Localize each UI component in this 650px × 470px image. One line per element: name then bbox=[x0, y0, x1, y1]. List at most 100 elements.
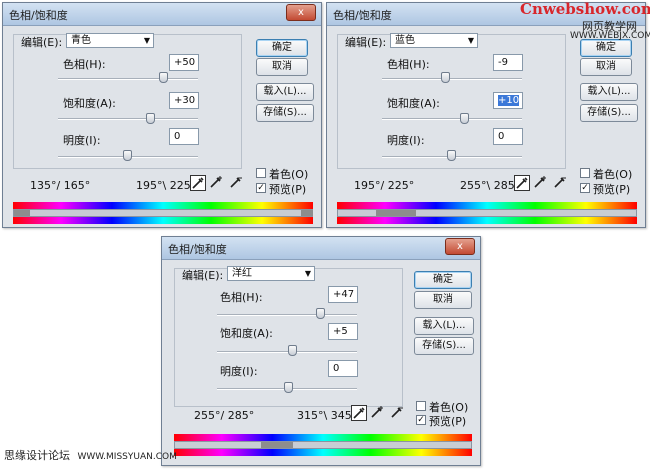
edit-label: 编辑(E): bbox=[182, 269, 224, 282]
color-range-selection[interactable] bbox=[301, 210, 313, 216]
saturation-input[interactable]: +10 bbox=[493, 92, 523, 109]
colorize-label: 着色(O) bbox=[269, 168, 309, 181]
load-button[interactable]: 载入(L)... bbox=[580, 83, 638, 101]
color-range-selection[interactable] bbox=[376, 210, 416, 216]
lightness-input[interactable]: 0 bbox=[493, 128, 523, 145]
edit-channel-select[interactable]: 青色 ▼ bbox=[66, 33, 154, 48]
colorize-checkbox[interactable] bbox=[416, 401, 426, 411]
color-range-slider[interactable] bbox=[337, 209, 637, 217]
cancel-button[interactable]: 取消 bbox=[580, 58, 632, 76]
preview-checkbox[interactable]: ✓ bbox=[256, 183, 266, 193]
chevron-down-icon: ▼ bbox=[143, 36, 150, 45]
color-range-selection[interactable] bbox=[261, 442, 293, 448]
colorize-checkbox[interactable] bbox=[256, 168, 266, 178]
range-right-label: 315°\ 345° bbox=[297, 409, 358, 422]
output-color-bar bbox=[174, 449, 472, 456]
hue-input[interactable]: +47 bbox=[328, 286, 358, 303]
cancel-button[interactable]: 取消 bbox=[414, 291, 472, 309]
color-range-slider[interactable] bbox=[174, 441, 472, 449]
hue-label: 色相(H): bbox=[220, 291, 263, 304]
save-button[interactable]: 存储(S)... bbox=[414, 337, 474, 355]
chevron-down-icon: ▼ bbox=[304, 269, 311, 278]
ok-button[interactable]: 确定 bbox=[256, 39, 308, 57]
preview-checkbox[interactable]: ✓ bbox=[580, 183, 590, 193]
lightness-slider-thumb[interactable] bbox=[123, 150, 132, 161]
hue-saturation-dialog-magenta: 色相/饱和度 x 编辑(E): 洋红 ▼ 色相(H): +47 饱和度(A): +… bbox=[161, 236, 481, 466]
edit-channel-select[interactable]: 洋红 ▼ bbox=[227, 266, 315, 281]
lightness-label: 明度(I): bbox=[220, 365, 258, 378]
input-color-bar bbox=[174, 434, 472, 441]
hue-input[interactable]: -9 bbox=[493, 54, 523, 71]
preview-label: 预览(P) bbox=[269, 183, 307, 196]
close-icon[interactable]: x bbox=[445, 238, 475, 255]
dialog-title: 色相/饱和度 bbox=[333, 9, 392, 22]
hue-slider-track[interactable] bbox=[382, 78, 522, 80]
ok-button[interactable]: 确定 bbox=[414, 271, 472, 289]
colorize-label: 着色(O) bbox=[593, 168, 633, 181]
eyedropper-plus-icon[interactable] bbox=[533, 175, 549, 191]
saturation-slider-track[interactable] bbox=[58, 118, 198, 120]
close-icon[interactable]: x bbox=[286, 4, 316, 21]
lightness-label: 明度(I): bbox=[387, 134, 425, 147]
saturation-label: 饱和度(A): bbox=[220, 327, 273, 340]
range-left-label: 255°/ 285° bbox=[194, 409, 255, 422]
range-left-label: 135°/ 165° bbox=[30, 179, 91, 192]
saturation-slider-thumb[interactable] bbox=[460, 113, 469, 124]
eyedropper-icon[interactable] bbox=[190, 175, 206, 191]
preview-label: 预览(P) bbox=[429, 415, 467, 428]
output-color-bar bbox=[13, 217, 313, 224]
settings-group bbox=[13, 34, 242, 169]
watermark-logo-bottom: 思缘设计论坛 WWW.MISSYUAN.COM bbox=[4, 449, 177, 462]
eyedropper-plus-icon[interactable] bbox=[370, 405, 386, 421]
lightness-slider-thumb[interactable] bbox=[284, 382, 293, 393]
preview-label: 预览(P) bbox=[593, 183, 631, 196]
lightness-input[interactable]: 0 bbox=[328, 360, 358, 377]
hue-slider-thumb[interactable] bbox=[159, 72, 168, 83]
chevron-down-icon: ▼ bbox=[467, 36, 474, 45]
hue-input[interactable]: +50 bbox=[169, 54, 199, 71]
saturation-slider-track[interactable] bbox=[217, 351, 357, 353]
load-button[interactable]: 载入(L)... bbox=[414, 317, 474, 335]
save-button[interactable]: 存储(S)... bbox=[580, 104, 638, 122]
edit-channel-select[interactable]: 蓝色 ▼ bbox=[390, 33, 478, 48]
edit-label: 编辑(E): bbox=[21, 36, 63, 49]
dialog-title: 色相/饱和度 bbox=[9, 9, 68, 22]
hue-slider-track[interactable] bbox=[217, 314, 357, 316]
lightness-slider-thumb[interactable] bbox=[447, 150, 456, 161]
edit-label: 编辑(E): bbox=[345, 36, 387, 49]
input-color-bar bbox=[13, 202, 313, 209]
load-button[interactable]: 载入(L)... bbox=[256, 83, 314, 101]
eyedropper-minus-icon[interactable] bbox=[229, 175, 245, 191]
range-left-label: 195°/ 225° bbox=[354, 179, 415, 192]
saturation-slider-track[interactable] bbox=[382, 118, 522, 120]
color-range-selection[interactable] bbox=[14, 210, 30, 216]
range-right-label: 255°\ 285° bbox=[460, 179, 521, 192]
input-color-bar bbox=[337, 202, 637, 209]
colorize-checkbox[interactable] bbox=[580, 168, 590, 178]
color-range-slider[interactable] bbox=[13, 209, 313, 217]
eyedropper-plus-icon[interactable] bbox=[209, 175, 225, 191]
eyedropper-minus-icon[interactable] bbox=[553, 175, 569, 191]
save-button[interactable]: 存储(S)... bbox=[256, 104, 314, 122]
saturation-input[interactable]: +30 bbox=[169, 92, 199, 109]
hue-saturation-dialog-cyan: 色相/饱和度 x 编辑(E): 青色 ▼ 色相(H): +50 饱和度(A): +… bbox=[2, 2, 322, 228]
title-bar[interactable]: 色相/饱和度 x bbox=[162, 237, 480, 260]
saturation-slider-thumb[interactable] bbox=[146, 113, 155, 124]
hue-label: 色相(H): bbox=[387, 58, 430, 71]
saturation-label: 饱和度(A): bbox=[63, 97, 116, 110]
saturation-input[interactable]: +5 bbox=[328, 323, 358, 340]
watermark-logo-top: Cnwebshow.com 网页教学网 WWW.WEBJX.COM bbox=[520, 0, 650, 41]
hue-slider-thumb[interactable] bbox=[316, 308, 325, 319]
ok-button[interactable]: 确定 bbox=[580, 39, 632, 57]
hue-slider-track[interactable] bbox=[58, 78, 198, 80]
saturation-slider-thumb[interactable] bbox=[288, 345, 297, 356]
lightness-input[interactable]: 0 bbox=[169, 128, 199, 145]
title-bar[interactable]: 色相/饱和度 x bbox=[3, 3, 321, 26]
hue-slider-thumb[interactable] bbox=[441, 72, 450, 83]
eyedropper-icon[interactable] bbox=[351, 405, 367, 421]
preview-checkbox[interactable]: ✓ bbox=[416, 415, 426, 425]
lightness-label: 明度(I): bbox=[63, 134, 101, 147]
eyedropper-icon[interactable] bbox=[514, 175, 530, 191]
cancel-button[interactable]: 取消 bbox=[256, 58, 308, 76]
eyedropper-minus-icon[interactable] bbox=[390, 405, 406, 421]
